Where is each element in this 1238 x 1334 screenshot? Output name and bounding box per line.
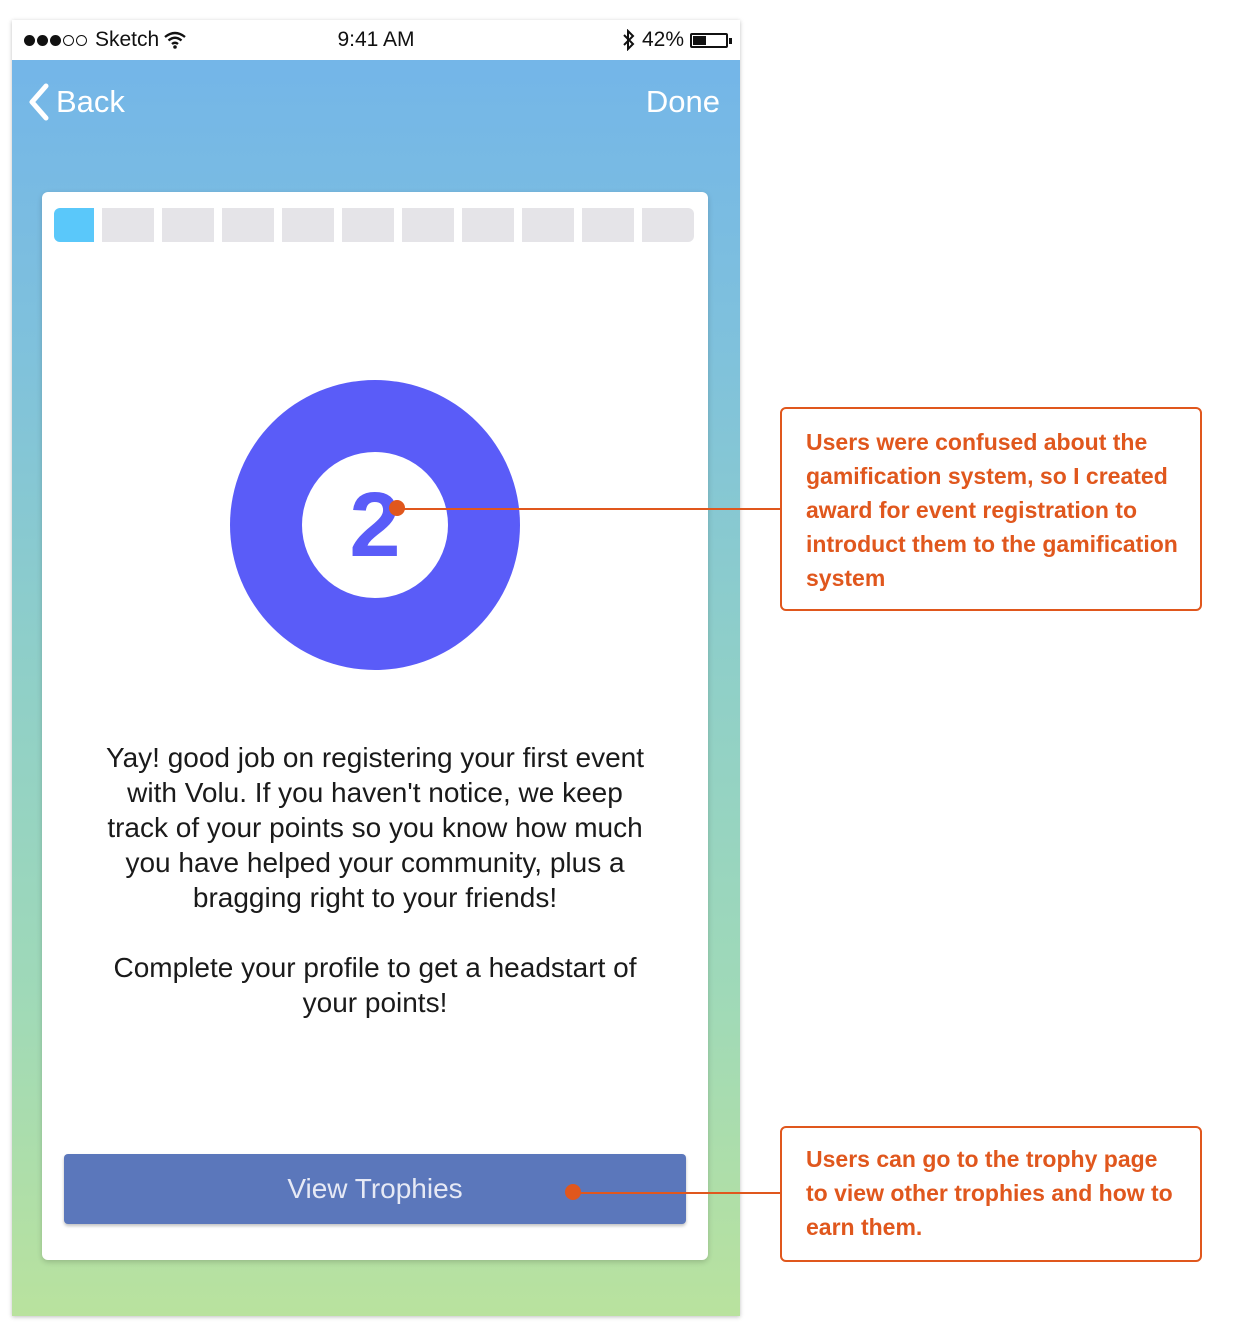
award-badge: 2 [230, 380, 520, 670]
nav-bar: Back Done [12, 60, 740, 150]
status-bar: Sketch 9:41 AM 42% [12, 20, 740, 60]
annotation-note-2: Users can go to the trophy page to view … [780, 1126, 1202, 1262]
phone-screen: Sketch 9:41 AM 42% Back Done 2 Yay! good… [12, 20, 740, 1316]
progress-indicator [54, 208, 694, 242]
progress-segment [162, 208, 214, 242]
back-label: Back [56, 84, 125, 119]
message-paragraph-2: Complete your profile to get a headstart… [113, 952, 637, 1018]
message-paragraph-1: Yay! good job on registering your first … [105, 742, 644, 913]
back-button[interactable]: Back [28, 82, 125, 122]
award-badge-inner: 2 [302, 452, 448, 598]
progress-segment [54, 208, 94, 242]
annotation-marker-2 [565, 1184, 581, 1200]
progress-segment [102, 208, 154, 242]
award-card: 2 Yay! good job on registering your firs… [42, 192, 708, 1260]
progress-segment [402, 208, 454, 242]
view-trophies-button[interactable]: View Trophies [64, 1154, 686, 1224]
progress-segment [282, 208, 334, 242]
annotation-marker-1 [389, 500, 405, 516]
status-right: 42% [622, 28, 732, 52]
progress-segment [522, 208, 574, 242]
chevron-left-icon [29, 83, 49, 121]
done-button[interactable]: Done [646, 84, 720, 120]
progress-segment [582, 208, 634, 242]
progress-segment [342, 208, 394, 242]
progress-segment [462, 208, 514, 242]
award-number: 2 [349, 474, 401, 576]
progress-segment [642, 208, 694, 242]
battery-percent: 42% [641, 28, 684, 51]
progress-segment [222, 208, 274, 242]
annotation-line-1 [397, 508, 781, 510]
annotation-note-1: Users were confused about the gamificati… [780, 407, 1202, 611]
bluetooth-icon [623, 29, 635, 51]
annotation-line-2 [573, 1192, 781, 1194]
battery-icon [690, 32, 732, 48]
battery-fill [693, 35, 706, 45]
message-text: Yay! good job on registering your first … [102, 740, 648, 1055]
